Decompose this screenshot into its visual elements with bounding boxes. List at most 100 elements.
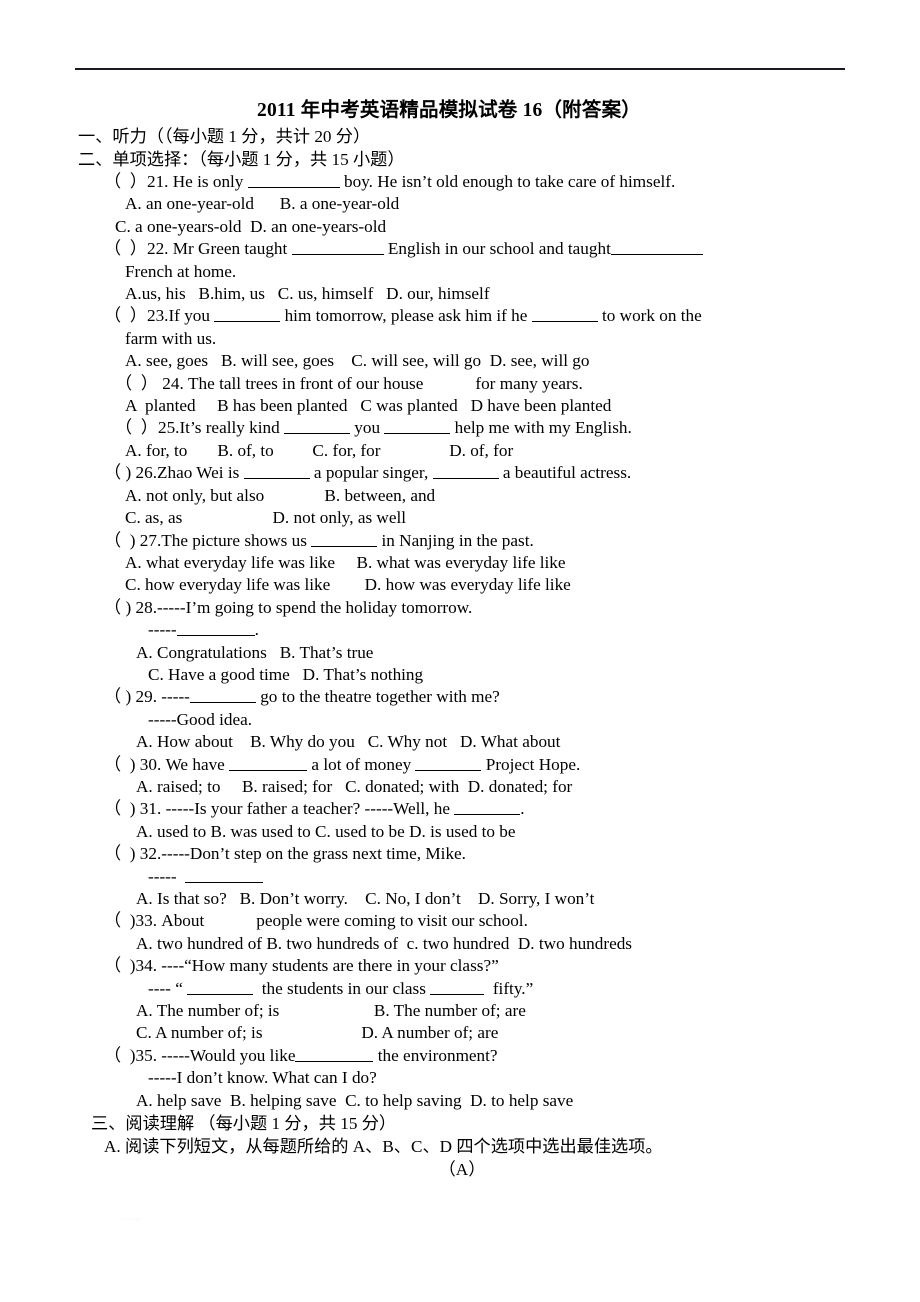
q31-stem-post: . <box>520 799 525 819</box>
q26-blank-1 <box>243 463 310 480</box>
question-24-option-row-1: A planted B has been planted C was plant… <box>125 396 612 416</box>
q28-dash-prefix: ----- <box>148 620 177 640</box>
question-33-stem: （ )33. About people were coming to visit … <box>78 910 846 932</box>
q30-stem-pre: （ ) 30. We have <box>104 754 230 774</box>
q25-blank-2 <box>384 418 451 435</box>
q27-blank-1 <box>311 531 378 547</box>
q23-blank-1 <box>214 306 281 323</box>
q30-blank-2 <box>415 755 482 771</box>
question-27-option-row-1: A. what everyday life was like B. what w… <box>125 552 566 572</box>
page-title: 2011 年中考英语精品模拟试卷 16（附答案） <box>257 100 641 121</box>
q27-stem-pre: （ ) 27.The picture shows us <box>104 530 312 550</box>
q30-stem-mid: a lot of money <box>307 754 416 774</box>
q31-blank-1 <box>454 799 521 816</box>
question-21-option-row-2: C. a one-years-old D. an one-years-old <box>115 216 387 236</box>
question-28-stem: （ ) 28.-----I’m going to spend the holid… <box>104 597 473 617</box>
question-30-option-row-1: A. raised; to B. raised; for C. donated;… <box>136 776 573 796</box>
question-31-option-row-1: A. used to B. was used to C. used to be … <box>136 821 516 841</box>
question-29-option-row-1: A. How about B. Why do you C. Why not D.… <box>136 732 561 752</box>
q29-stem-pre: （ ) 29. ----- <box>104 687 190 707</box>
q35-blank-1 <box>295 1046 374 1062</box>
q26-stem-post: a beautiful actress. <box>498 463 632 483</box>
q34-blank-1 <box>187 979 254 995</box>
question-34-response-line: ---- “ the students in our class fifty.” <box>78 978 846 1000</box>
q28-period: . <box>254 620 259 640</box>
q26-stem-mid: a popular singer, <box>309 463 433 483</box>
question-35-stem: （ )35. -----Would you like the environme… <box>78 1045 846 1067</box>
question-28-option-row-1: A. Congratulations B. That’s true <box>136 642 374 662</box>
q29-stem-post: go to the theatre together with me? <box>255 687 500 707</box>
question-29-stem: （ ) 29. ----- go to the theatre together… <box>78 686 846 708</box>
q21-stem-pre: （ ）21. He is only <box>104 172 248 191</box>
q34-blank-2 <box>430 979 485 995</box>
question-21-option-row-1: A. an one-year-old B. a one-year-old <box>125 194 400 214</box>
question-32-response-line: ----- <box>78 866 846 888</box>
question-32-option-row-1: A. Is that so? B. Don’t worry. C. No, I … <box>136 889 595 908</box>
question-34-option-row-1: A. The number of; is B. The number of; a… <box>136 1001 526 1021</box>
question-32-stem: （ ) 32.-----Don’t step on the grass next… <box>104 844 466 864</box>
q29-blank-1 <box>189 687 256 704</box>
q34-sub-post: fifty.” <box>484 978 534 998</box>
q32-blank-1 <box>185 867 264 883</box>
section-listening-heading: 一、听力（（每小题 1 分，共计 20 分） <box>78 127 371 146</box>
question-25-stem: （ ）25.It’s really kind you help me with … <box>78 417 846 439</box>
q35-stem-pre: （ )35. -----Would you like <box>104 1045 296 1065</box>
exam-page: 2011 年中考英语精品模拟试卷 16（附答案） 一、听力（（每小题 1 分，共… <box>0 0 920 1302</box>
q25-stem-post: help me with my English. <box>450 418 632 438</box>
question-25-option-row-1: A. for, to B. of, to C. for, for D. of, … <box>125 440 514 460</box>
q23-stem-post: to work on the <box>597 306 702 326</box>
question-22-option-row-1: A.us, his B.him, us C. us, himself D. ou… <box>125 284 490 304</box>
question-28-response-line: -----. <box>78 619 846 641</box>
question-34-option-row-2: C. A number of; is D. A number of; are <box>136 1023 499 1043</box>
q22-stem-mid: English in our school and taught <box>383 239 611 259</box>
q27-stem-post: in Nanjing in the past. <box>377 530 534 550</box>
passage-label: （A） <box>438 1160 486 1180</box>
q26-stem-pre: （ ) 26.Zhao Wei is <box>104 463 244 483</box>
q24-stem-pre: （ ） 24. The tall trees in front of our h… <box>115 373 424 393</box>
q21-stem-post: boy. He isn’t old enough to take care of… <box>339 172 676 191</box>
question-27-option-row-2: C. how everyday life was like D. how was… <box>125 575 571 595</box>
q22-blank-2 <box>610 239 703 256</box>
q34-sub-mid: the students in our class <box>253 978 431 998</box>
q30-blank-1 <box>229 755 308 771</box>
q22-stem-pre: （ ）22. Mr Green taught <box>104 239 292 259</box>
q23-stem-pre: （ ）23.If you <box>104 306 215 326</box>
question-23-stem: （ ）23.If you him tomorrow, please ask hi… <box>78 305 846 327</box>
question-31-stem: （ ) 31. -----Is your father a teacher? -… <box>78 798 846 820</box>
q22-blank-1 <box>291 239 384 256</box>
q33-stem-post: people were coming to visit our school. <box>256 911 528 931</box>
q31-stem-pre: （ ) 31. -----Is your father a teacher? -… <box>104 799 455 819</box>
question-35-option-row-1: A. help save B. helping save C. to help … <box>136 1090 574 1110</box>
q23-blank-2 <box>531 306 598 323</box>
section-reading-heading: 三、阅读理解 （每小题 1 分，共 15 分） <box>91 1114 397 1134</box>
question-30-stem: （ ) 30. We have a lot of money Project H… <box>78 754 846 776</box>
question-33-option-row-1: A. two hundred of B. two hundreds of c. … <box>136 933 632 953</box>
question-23-continuation: farm with us. <box>125 328 217 348</box>
question-26-stem: （ ) 26.Zhao Wei is a popular singer, a b… <box>78 462 846 484</box>
q21-blank-1 <box>247 172 340 188</box>
q30-stem-post: Project Hope. <box>481 754 581 774</box>
question-28-option-row-2: C. Have a good time D. That’s nothing <box>148 664 424 684</box>
q33-stem-pre: （ )33. About <box>104 911 205 931</box>
page-watermark: ······ <box>122 1216 142 1223</box>
q25-blank-1 <box>284 418 350 435</box>
q25-stem-mid: you <box>350 418 385 438</box>
q32-dash-prefix: ----- <box>148 866 186 886</box>
section-multiple-choice-heading: 二、单项选择：（每小题 1 分，共 15 小题） <box>78 150 405 169</box>
question-22-stem: （ ）22. Mr Green taught English in our sc… <box>78 238 846 260</box>
q24-stem-post: for many years. <box>475 373 583 393</box>
reading-instruction: A. 阅读下列短文，从每题所给的 A、B、C、D 四个选项中选出最佳选项。 <box>104 1137 663 1157</box>
question-34-stem: （ )34. ----“How many students are there … <box>104 956 499 976</box>
question-29-continuation: -----Good idea. <box>148 709 253 729</box>
document-content: 2011 年中考英语精品模拟试卷 16（附答案） 一、听力（（每小题 1 分，共… <box>78 98 846 1181</box>
question-22-continuation: French at home. <box>125 261 237 281</box>
q34-dash-prefix: ---- “ <box>148 978 188 998</box>
question-26-option-row-2: C. as, as D. not only, as well <box>125 508 407 528</box>
question-21-stem: （ ）21. He is only boy. He isn’t old enou… <box>78 171 846 193</box>
question-27-stem: （ ) 27.The picture shows us in Nanjing i… <box>78 530 846 552</box>
q26-blank-2 <box>432 463 499 480</box>
q23-stem-mid: him tomorrow, please ask him if he <box>280 306 532 326</box>
q35-stem-post: the environment? <box>373 1045 498 1065</box>
question-35-continuation: -----I don’t know. What can I do? <box>148 1068 377 1088</box>
question-23-option-row-1: A. see, goes B. will see, goes C. will s… <box>125 351 590 371</box>
